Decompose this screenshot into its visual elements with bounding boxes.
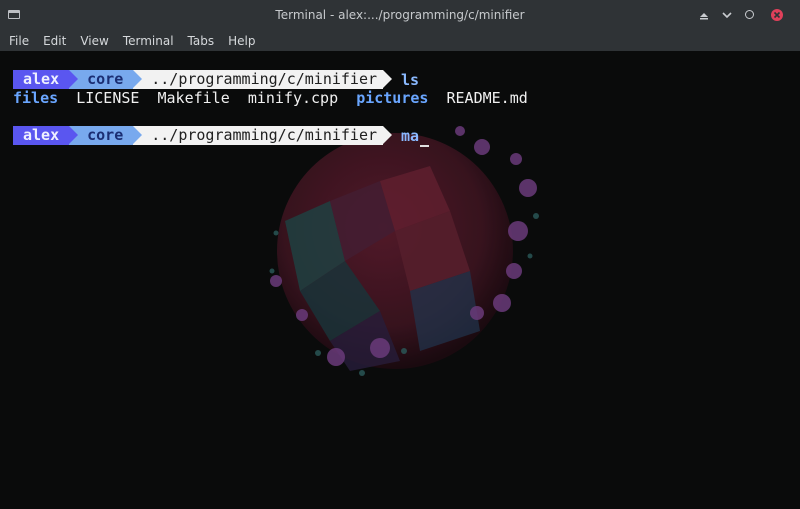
menu-bar: File Edit View Terminal Tabs Help (0, 30, 800, 51)
list-item: minify.cpp (247, 89, 339, 107)
list-item: Makefile (157, 89, 230, 107)
prompt-line-2: alex core ../programming/c/minifier ma (13, 126, 430, 147)
text-cursor (420, 144, 430, 147)
terminal-window: Terminal - alex:.../programming/c/minifi… (0, 0, 800, 509)
command-text: ls (401, 70, 420, 89)
menu-terminal[interactable]: Terminal (123, 34, 174, 48)
prompt-user: alex (13, 126, 79, 145)
list-item: LICENSE (76, 89, 140, 107)
menu-edit[interactable]: Edit (43, 34, 66, 48)
menu-view[interactable]: View (80, 34, 108, 48)
maximize-icon[interactable] (745, 10, 754, 19)
shade-icon[interactable] (696, 7, 712, 23)
minimize-icon[interactable] (719, 7, 735, 23)
list-item: README.md (446, 89, 528, 107)
prompt-path: ../programming/c/minifier (133, 70, 392, 89)
title-bar[interactable]: Terminal - alex:.../programming/c/minifi… (0, 0, 800, 30)
close-icon[interactable] (769, 7, 785, 23)
list-item: files (13, 89, 59, 107)
prompt-line-1: alex core ../programming/c/minifier ls (13, 70, 419, 89)
prompt-host: core (69, 126, 143, 145)
prompt-host: core (69, 70, 143, 89)
menu-file[interactable]: File (9, 34, 29, 48)
ls-output: files LICENSE Makefile minify.cpp pictur… (13, 89, 528, 107)
command-text: ma (401, 126, 420, 145)
command-input[interactable]: ma (401, 126, 430, 147)
background-planet-image (269, 126, 539, 376)
list-item: pictures (356, 89, 429, 107)
window-title: Terminal - alex:.../programming/c/minifi… (275, 8, 525, 22)
prompt-path: ../programming/c/minifier (133, 126, 392, 145)
menu-help[interactable]: Help (228, 34, 255, 48)
prompt-user: alex (13, 70, 79, 89)
menu-tabs[interactable]: Tabs (188, 34, 215, 48)
terminal-area[interactable]: alex core ../programming/c/minifier ls f… (0, 51, 800, 509)
